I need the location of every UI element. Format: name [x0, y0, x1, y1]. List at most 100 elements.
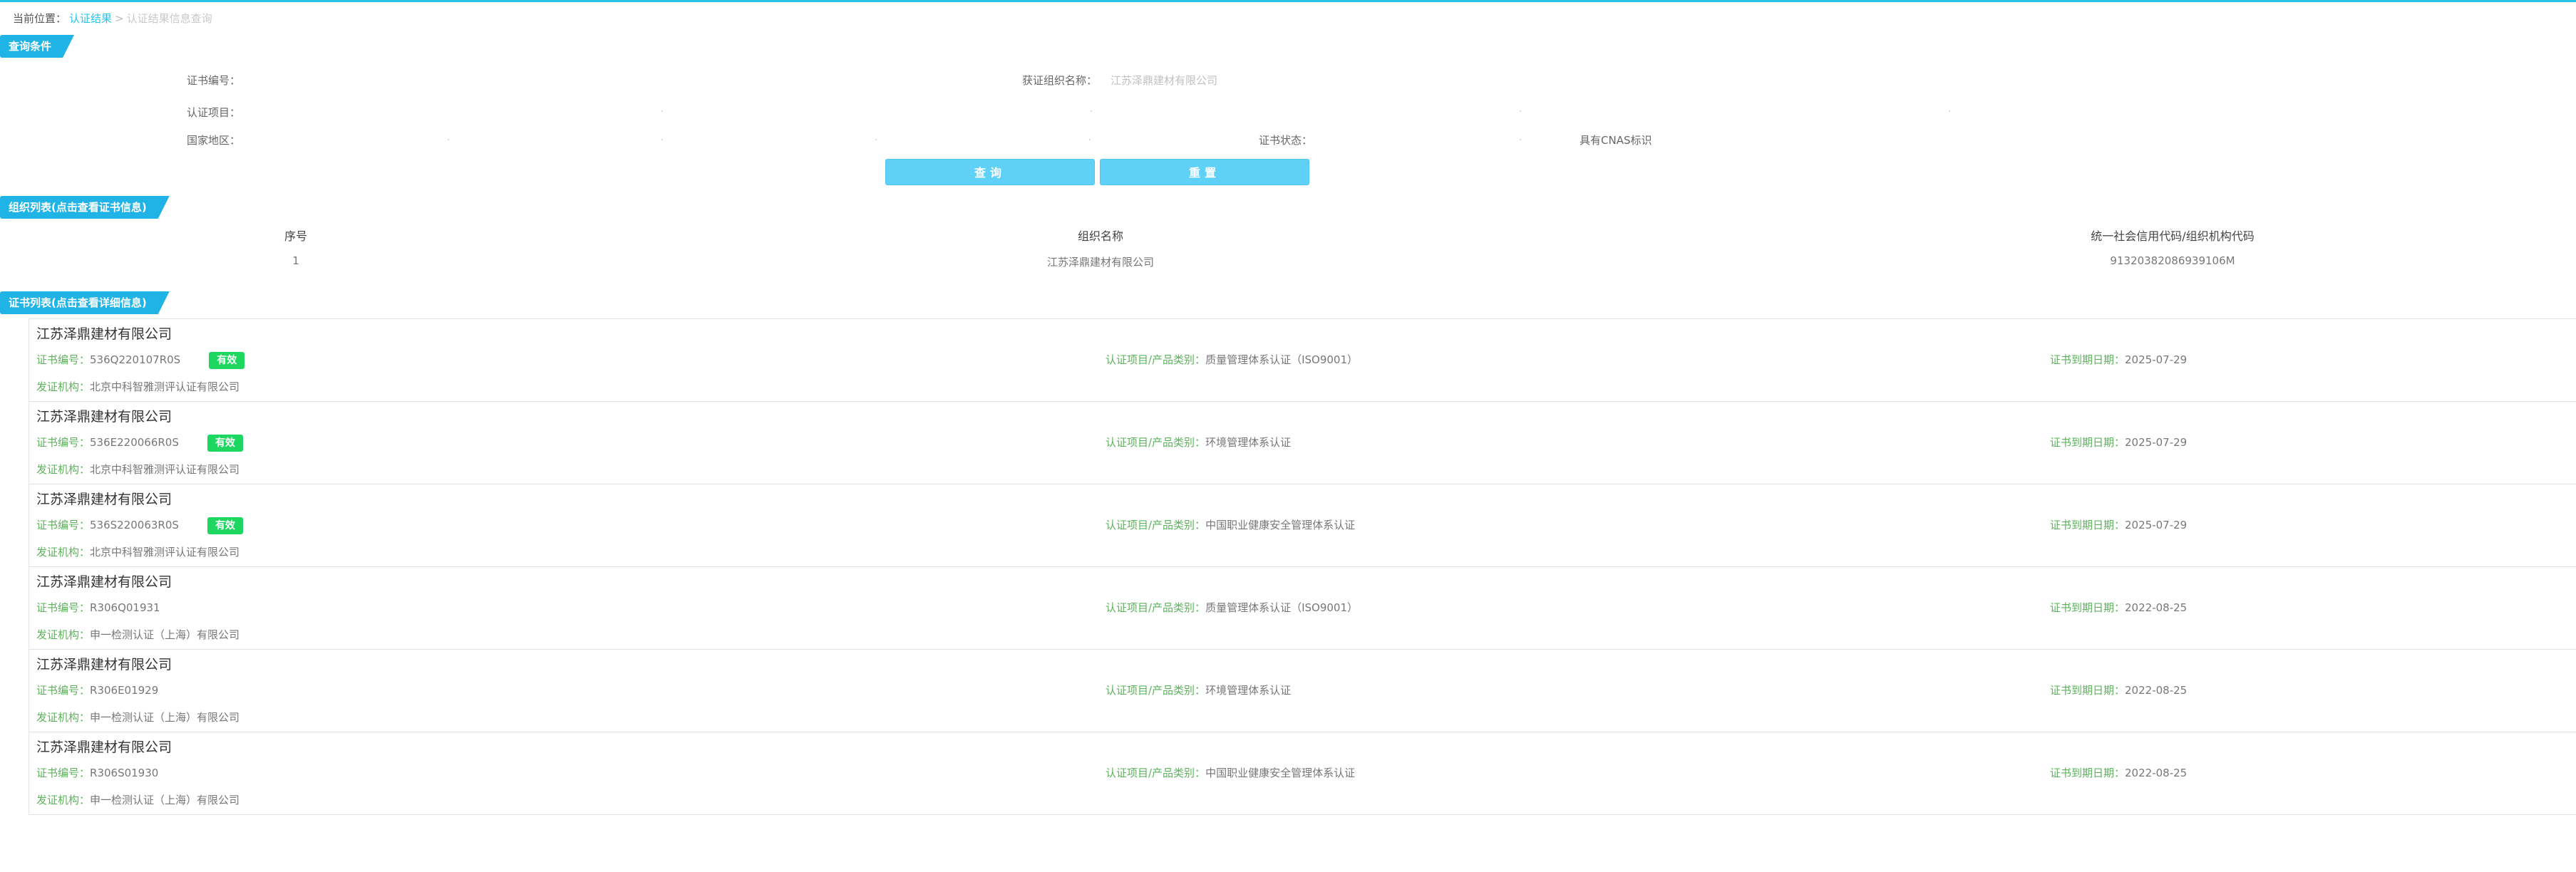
- breadcrumb-link-results[interactable]: 认证结果: [69, 12, 112, 25]
- cert-issuer-label: 发证机构：: [36, 711, 91, 724]
- cert-project-label: 认证项目/产品类别：: [1106, 436, 1206, 449]
- cert-no-line: 证书编号：536S220063R0S 有效: [36, 517, 243, 534]
- region-option-dot[interactable]: [448, 139, 449, 140]
- region-option-dot[interactable]: [875, 139, 877, 140]
- cert-list-item[interactable]: 江苏泽鼎建材有限公司 证书编号：536Q220107R0S 有效 认证项目/产品类…: [29, 318, 2576, 402]
- cert-issuer-label: 发证机构：: [36, 628, 91, 641]
- cert-project-label: 认证项目/产品类别：: [1106, 684, 1206, 697]
- cert-expiry-line: 证书到期日期：2022-08-25: [2050, 765, 2187, 780]
- cert-issuer-label: 发证机构：: [36, 463, 91, 476]
- cert-expiry-label: 证书到期日期：: [2050, 353, 2126, 366]
- cert-expiry-label: 证书到期日期：: [2050, 601, 2126, 614]
- search-button[interactable]: 查询: [885, 159, 1095, 185]
- status-badge: 有效: [207, 435, 243, 452]
- cert-project-line: 认证项目/产品类别：中国职业健康安全管理体系认证: [1106, 517, 1355, 532]
- project-option-dot[interactable]: [1949, 110, 1950, 112]
- cert-issuer-value: 申一检测认证（上海）有限公司: [90, 711, 240, 724]
- region-label: 国家地区：: [187, 134, 241, 147]
- region-option-dot[interactable]: [1089, 139, 1091, 140]
- cert-no-label: 证书编号：: [187, 74, 241, 87]
- cert-project-label: 认证项目/产品类别：: [1106, 767, 1206, 779]
- cert-no-value: R306S01930: [90, 767, 159, 779]
- project-option-dot[interactable]: [1091, 110, 1092, 112]
- cert-expiry-value: 2022-08-25: [2125, 601, 2188, 614]
- cert-project-line: 认证项目/产品类别：中国职业健康安全管理体系认证: [1106, 765, 1355, 780]
- cert-org-name[interactable]: 江苏泽鼎建材有限公司: [36, 489, 172, 508]
- cert-expiry-value: 2025-07-29: [2125, 436, 2188, 449]
- region-option-dot[interactable]: [661, 139, 663, 140]
- cert-no-line: 证书编号：R306Q01931: [36, 600, 160, 615]
- org-col-credit-code: 统一社会信用代码/组织机构代码: [2091, 229, 2255, 243]
- cert-issuer-line: 发证机构：北京中科智雅测评认证有限公司: [36, 462, 239, 477]
- org-row-name[interactable]: 江苏泽鼎建材有限公司: [1047, 254, 1154, 269]
- cert-issuer-label: 发证机构：: [36, 380, 91, 393]
- cert-no-line: 证书编号：R306E01929: [36, 682, 158, 697]
- cert-issuer-line: 发证机构：北京中科智雅测评认证有限公司: [36, 544, 239, 559]
- cert-list-item[interactable]: 江苏泽鼎建材有限公司 证书编号：536E220066R0S 有效 认证项目/产品类…: [29, 402, 2576, 484]
- cert-issuer-value: 北京中科智雅测评认证有限公司: [90, 463, 240, 476]
- cert-org-name[interactable]: 江苏泽鼎建材有限公司: [36, 571, 172, 591]
- cert-project-line: 认证项目/产品类别：质量管理体系认证（ISO9001）: [1106, 352, 1358, 367]
- cert-no-label: 证书编号：: [36, 684, 91, 697]
- cert-issuer-label: 发证机构：: [36, 546, 91, 559]
- cert-issuer-value: 北京中科智雅测评认证有限公司: [90, 546, 240, 559]
- cert-project-value: 中国职业健康安全管理体系认证: [1205, 519, 1356, 531]
- cert-no-line: 证书编号：R306S01930: [36, 765, 158, 780]
- cert-list-item[interactable]: 江苏泽鼎建材有限公司 证书编号：R306E01929 认证项目/产品类别：环境管…: [29, 650, 2576, 732]
- reset-button[interactable]: 重置: [1100, 159, 1309, 185]
- cert-no-value: 536E220066R0S: [90, 436, 179, 449]
- cert-issuer-line: 发证机构：申一检测认证（上海）有限公司: [36, 710, 239, 725]
- breadcrumb: 当前位置： 认证结果 > 认证结果信息查询: [13, 8, 212, 29]
- cert-issuer-value: 申一检测认证（上海）有限公司: [90, 794, 240, 806]
- breadcrumb-current-label: 当前位置：: [13, 12, 67, 25]
- query-section-header: 查询条件: [0, 35, 74, 58]
- cert-list-item[interactable]: 江苏泽鼎建材有限公司 证书编号：536S220063R0S 有效 认证项目/产品类…: [29, 484, 2576, 567]
- breadcrumb-last: 认证结果信息查询: [126, 12, 212, 25]
- cert-section-header: 证书列表(点击查看详细信息): [0, 291, 170, 314]
- cert-expiry-label: 证书到期日期：: [2050, 436, 2126, 449]
- cert-project-line: 认证项目/产品类别：环境管理体系认证: [1106, 435, 1291, 450]
- cert-expiry-value: 2022-08-25: [2125, 767, 2188, 779]
- cert-project-value: 质量管理体系认证（ISO9001）: [1205, 601, 1358, 614]
- cert-no-label: 证书编号：: [36, 519, 91, 531]
- status-label: 证书状态：: [1259, 134, 1313, 147]
- cert-list-item[interactable]: 江苏泽鼎建材有限公司 证书编号：R306S01930 认证项目/产品类别：中国职…: [29, 732, 2576, 815]
- cert-no-label: 证书编号：: [36, 601, 91, 614]
- cert-project-value: 环境管理体系认证: [1205, 684, 1292, 697]
- cnas-checkbox-label[interactable]: 具有CNAS标识: [1580, 132, 1652, 149]
- cert-issuer-value: 北京中科智雅测评认证有限公司: [90, 380, 240, 393]
- project-option-dot[interactable]: [1520, 110, 1521, 112]
- cert-org-name[interactable]: 江苏泽鼎建材有限公司: [36, 654, 172, 673]
- breadcrumb-separator: >: [115, 12, 124, 25]
- cert-no-label: 证书编号：: [36, 436, 91, 449]
- status-badge: 有效: [209, 352, 245, 369]
- cert-org-name[interactable]: 江苏泽鼎建材有限公司: [36, 737, 172, 756]
- status-badge: 有效: [207, 517, 243, 534]
- cert-org-name[interactable]: 江苏泽鼎建材有限公司: [36, 406, 172, 425]
- cert-expiry-label: 证书到期日期：: [2050, 519, 2126, 531]
- cert-project-value: 环境管理体系认证: [1205, 436, 1292, 449]
- project-option-dot[interactable]: [661, 110, 663, 112]
- cert-expiry-line: 证书到期日期：2025-07-29: [2050, 352, 2187, 367]
- org-section-header: 组织列表(点击查看证书信息): [0, 196, 170, 219]
- cert-list-item[interactable]: 江苏泽鼎建材有限公司 证书编号：R306Q01931 认证项目/产品类别：质量管…: [29, 567, 2576, 650]
- cert-no-value: 536S220063R0S: [90, 519, 179, 531]
- org-name-input[interactable]: 江苏泽鼎建材有限公司: [1111, 72, 1217, 89]
- cert-expiry-value: 2025-07-29: [2125, 353, 2188, 366]
- cert-no-value: 536Q220107R0S: [90, 353, 181, 366]
- cert-no-value: R306E01929: [90, 684, 159, 697]
- status-option-dot[interactable]: [1520, 139, 1521, 140]
- cert-expiry-label: 证书到期日期：: [2050, 767, 2126, 779]
- cert-project-label: 认证项目/产品类别：: [1106, 519, 1206, 531]
- cert-project-label: 认证项目/产品类别：: [1106, 601, 1206, 614]
- cert-issuer-line: 发证机构：北京中科智雅测评认证有限公司: [36, 379, 239, 394]
- org-name-label: 获证组织名称：: [1022, 74, 1098, 87]
- cert-issuer-line: 发证机构：申一检测认证（上海）有限公司: [36, 792, 239, 807]
- cert-expiry-line: 证书到期日期：2025-07-29: [2050, 435, 2187, 450]
- cert-issuer-line: 发证机构：申一检测认证（上海）有限公司: [36, 627, 239, 642]
- cert-org-name[interactable]: 江苏泽鼎建材有限公司: [36, 323, 172, 343]
- cert-project-label: 认证项目/产品类别：: [1106, 353, 1206, 366]
- cert-list: 江苏泽鼎建材有限公司 证书编号：536Q220107R0S 有效 认证项目/产品类…: [29, 318, 2576, 815]
- cert-no-label: 证书编号：: [36, 353, 91, 366]
- cert-project-value: 中国职业健康安全管理体系认证: [1205, 767, 1356, 779]
